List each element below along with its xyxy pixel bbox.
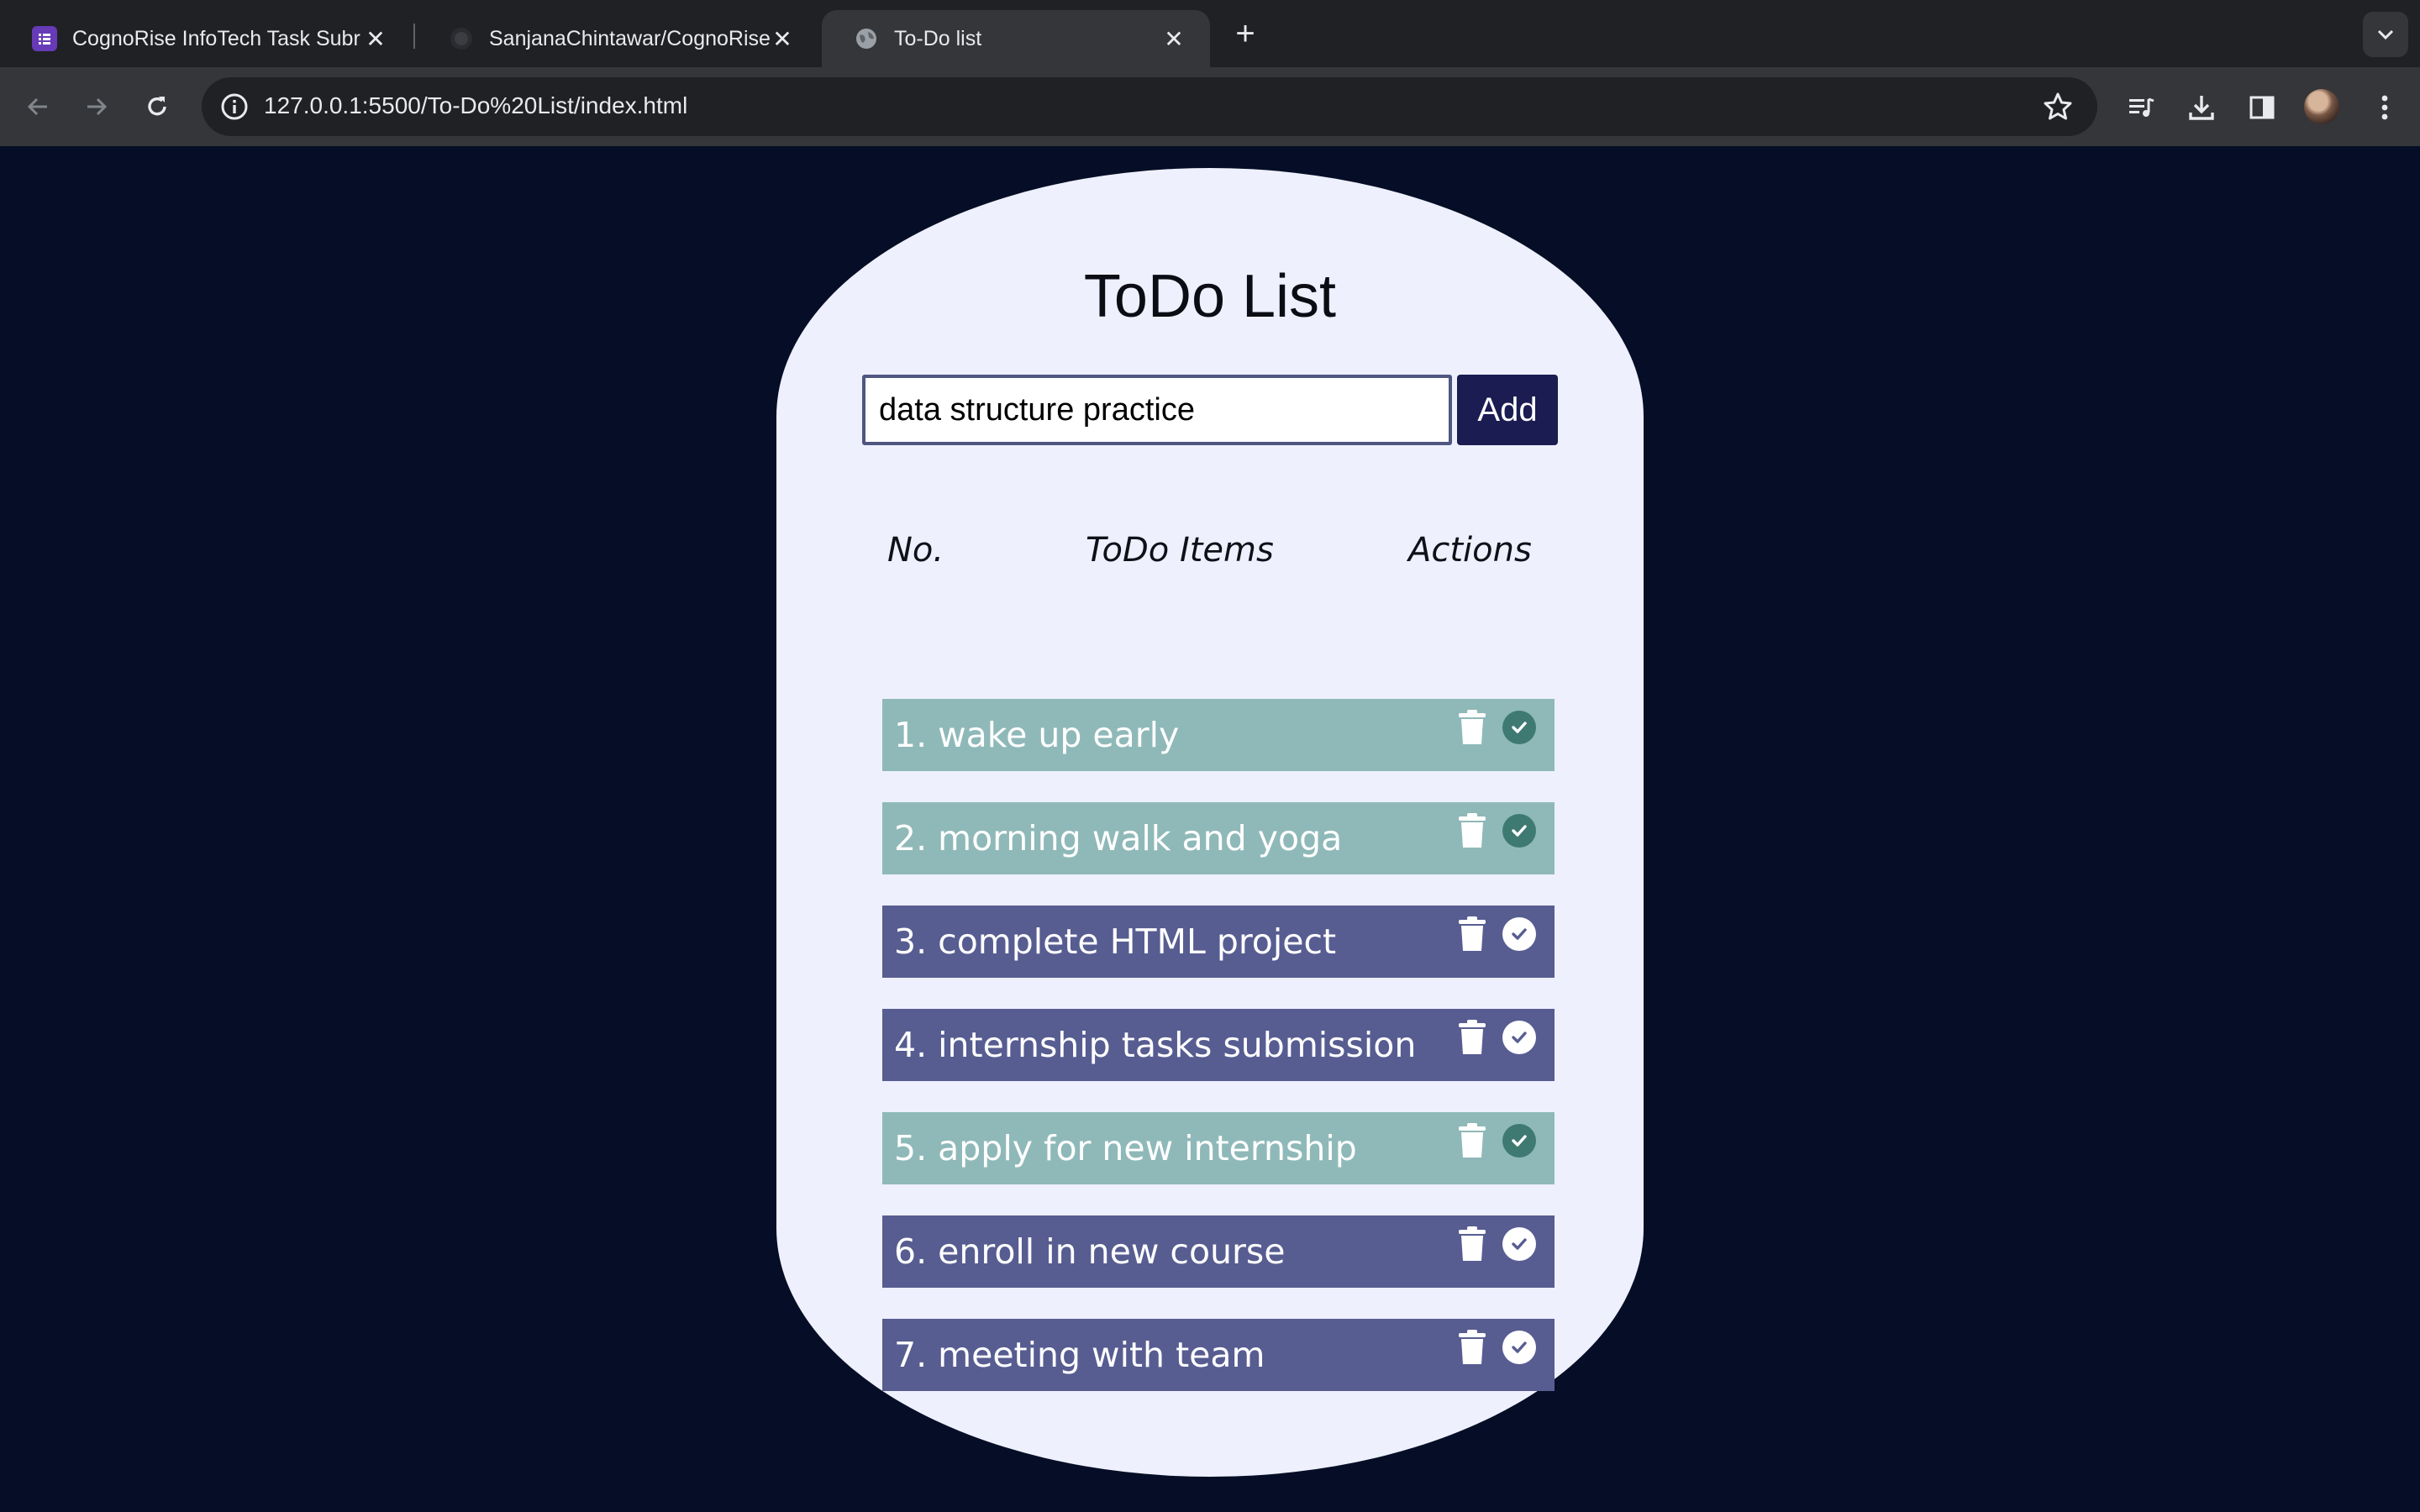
todo-item-text: 5. apply for new internship — [894, 1128, 1357, 1168]
todo-item-text: 1. wake up early — [894, 715, 1180, 755]
check-circle-icon[interactable] — [1502, 917, 1536, 951]
trash-icon[interactable] — [1457, 916, 1487, 953]
check-circle-icon[interactable] — [1502, 1331, 1536, 1364]
arrow-right-icon — [87, 97, 108, 116]
side-panel-icon[interactable] — [2242, 87, 2282, 128]
check-circle-icon[interactable] — [1502, 1227, 1536, 1261]
bookmark-star-icon[interactable] — [2042, 91, 2074, 123]
reload-button[interactable] — [136, 86, 178, 128]
tab-cognorise-form[interactable]: CognoRise InfoTech Task Subr ✕ — [0, 10, 412, 67]
forms-icon — [32, 26, 57, 51]
close-icon[interactable]: ✕ — [1161, 26, 1186, 52]
profile-avatar[interactable] — [2304, 89, 2339, 124]
todo-item-text: 2. morning walk and yoga — [894, 818, 1343, 858]
check-circle-icon[interactable] — [1502, 1021, 1536, 1054]
column-header-items: ToDo Items — [1086, 531, 1274, 570]
url-text: 127.0.0.1:5500/To-Do%20List/index.html — [264, 92, 688, 118]
reload-icon — [148, 97, 166, 116]
todo-item: 5. apply for new internship — [882, 1112, 1555, 1184]
media-controls-icon[interactable] — [2121, 87, 2161, 128]
trash-icon[interactable] — [1457, 709, 1487, 746]
tab-title: CognoRise InfoTech Task Subr — [72, 26, 360, 50]
github-icon — [449, 26, 474, 51]
column-header-actions: Actions — [1408, 531, 1532, 570]
trash-icon[interactable] — [1457, 1122, 1487, 1159]
todo-item-text: 7. meeting with team — [894, 1335, 1265, 1375]
forward-button[interactable] — [76, 86, 118, 128]
globe-icon — [854, 26, 879, 51]
check-circle-icon[interactable] — [1502, 711, 1536, 744]
trash-icon[interactable] — [1457, 1329, 1487, 1366]
check-circle-icon[interactable] — [1502, 814, 1536, 848]
address-bar[interactable]: 127.0.0.1:5500/To-Do%20List/index.html — [202, 77, 2097, 136]
trash-icon[interactable] — [1457, 1019, 1487, 1056]
close-icon[interactable]: ✕ — [770, 26, 795, 52]
todo-item: 6. enroll in new course — [882, 1215, 1555, 1288]
column-header-no: No. — [887, 531, 944, 570]
browser-toolbar: 127.0.0.1:5500/To-Do%20List/index.html — [0, 67, 2420, 146]
check-circle-icon[interactable] — [1502, 1124, 1536, 1158]
tab-divider — [413, 24, 415, 49]
todo-input[interactable] — [862, 375, 1452, 445]
site-info-icon[interactable] — [215, 87, 254, 126]
new-tab-button[interactable]: + — [1227, 17, 1264, 54]
todo-item-text: 6. enroll in new course — [894, 1231, 1286, 1272]
todo-item: 1. wake up early — [882, 699, 1555, 771]
todo-item: 2. morning walk and yoga — [882, 802, 1555, 874]
more-menu-icon[interactable] — [2365, 87, 2405, 128]
todo-item: 7. meeting with team — [882, 1319, 1555, 1391]
tab-search-button[interactable] — [2363, 12, 2408, 57]
todo-item: 3. complete HTML project — [882, 906, 1555, 978]
back-button[interactable] — [17, 86, 59, 128]
todo-item-text: 4. internship tasks submission — [894, 1025, 1417, 1065]
browser-tab-strip: CognoRise InfoTech Task Subr ✕ SanjanaCh… — [0, 0, 2420, 67]
trash-icon[interactable] — [1457, 812, 1487, 849]
todo-card: ToDo List Add No. ToDo Items Actions 1. … — [776, 168, 1644, 1477]
todo-item-text: 3. complete HTML project — [894, 921, 1337, 962]
download-icon[interactable] — [2181, 87, 2222, 128]
tab-title: To-Do list — [894, 26, 982, 50]
add-button[interactable]: Add — [1457, 375, 1558, 445]
arrow-left-icon — [27, 97, 47, 116]
tab-todo-list[interactable]: To-Do list ✕ — [822, 10, 1210, 67]
close-icon[interactable]: ✕ — [363, 26, 388, 52]
chevron-down-icon — [2377, 29, 2394, 40]
tab-title: SanjanaChintawar/CognoRise — [489, 26, 770, 50]
todo-item: 4. internship tasks submission — [882, 1009, 1555, 1081]
trash-icon[interactable] — [1457, 1226, 1487, 1263]
tab-github[interactable]: SanjanaChintawar/CognoRise ✕ — [417, 10, 818, 67]
page-title: ToDo List — [1083, 263, 1337, 330]
